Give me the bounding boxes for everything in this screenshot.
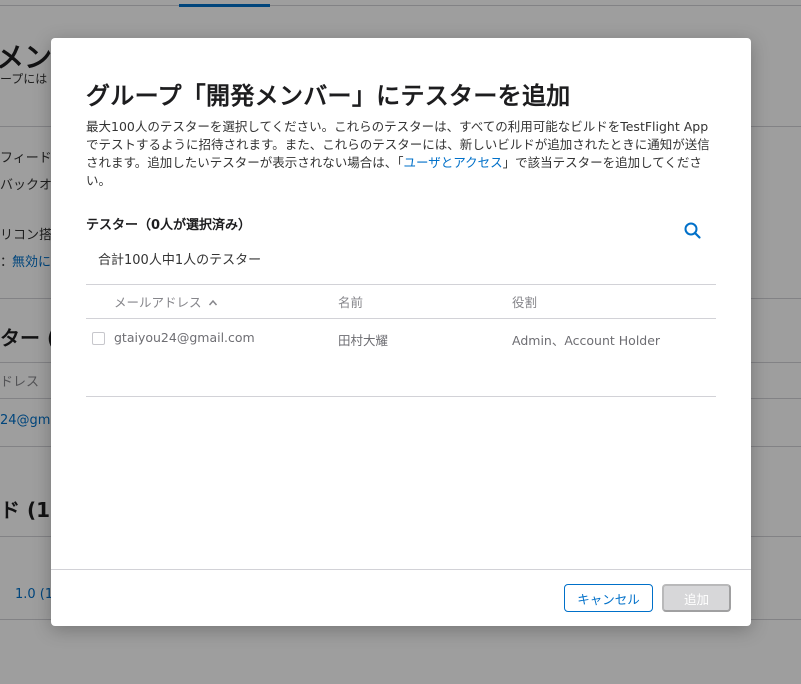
search-icon xyxy=(684,222,701,239)
row-divider xyxy=(86,396,716,397)
table-top-border xyxy=(86,284,716,285)
users-and-access-link[interactable]: ユーザとアクセス xyxy=(404,155,503,170)
dialog-title: グループ「開発メンバー」にテスターを追加 xyxy=(86,82,571,110)
row-email: gtaiyou24@gmail.com xyxy=(114,330,255,345)
search-button[interactable] xyxy=(682,220,704,242)
dialog-description: 最大100人のテスターを選択してください。これらのテスターは、すべての利用可能な… xyxy=(86,118,718,190)
row-select-checkbox[interactable] xyxy=(92,332,105,345)
tester-count: 合計100人中1人のテスター xyxy=(98,253,262,268)
name-column-header[interactable]: 名前 xyxy=(338,292,363,311)
email-header-label: メールアドレス xyxy=(114,295,202,310)
footer-divider xyxy=(51,569,751,570)
cancel-button[interactable]: キャンセル xyxy=(564,584,653,612)
row-role: Admin、Account Holder xyxy=(512,333,661,348)
add-button[interactable]: 追加 xyxy=(662,584,731,612)
add-testers-dialog: グループ「開発メンバー」にテスターを追加 最大100人のテスターを選択してくださ… xyxy=(51,38,751,626)
role-column-header[interactable]: 役割 xyxy=(512,292,537,311)
testers-selected-label: テスター（0人が選択済み） xyxy=(86,218,252,233)
row-name: 田村大耀 xyxy=(338,333,389,348)
header-divider xyxy=(86,318,716,319)
chevron-up-icon xyxy=(208,299,217,306)
email-column-header[interactable]: メールアドレス xyxy=(114,292,218,311)
